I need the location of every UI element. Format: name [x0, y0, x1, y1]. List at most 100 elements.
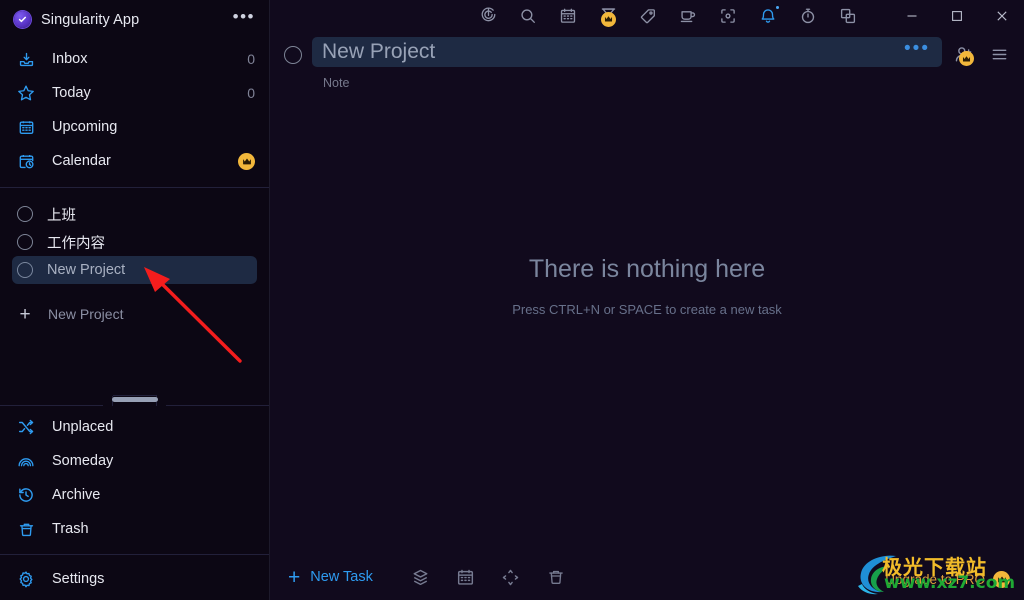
project-header: New Project ••• Note — [270, 31, 1024, 90]
sidebar-section-separator — [0, 394, 269, 410]
calendar-clock-icon — [16, 151, 36, 171]
inbox-icon — [16, 49, 36, 69]
new-task-button[interactable]: + New Task — [288, 567, 373, 588]
sidebar-item-trash[interactable]: Trash — [0, 512, 269, 546]
plus-icon: + — [19, 303, 31, 325]
sidebar-item-calendar[interactable]: Calendar — [0, 144, 269, 178]
task-complete-circle[interactable] — [284, 46, 302, 64]
sidebar-item-someday[interactable]: Someday — [0, 444, 269, 478]
new-project-button[interactable]: + New Project — [12, 300, 257, 328]
project-list: 上班 工作内容 New Project + New Project — [0, 188, 269, 328]
empty-state: There is nothing here Press CTRL+N or SP… — [270, 90, 1024, 554]
new-task-label: New Task — [310, 569, 373, 585]
calendar-icon[interactable] — [454, 565, 478, 589]
project-title-input[interactable]: New Project ••• — [312, 37, 942, 67]
plus-icon: + — [288, 565, 301, 589]
sidebar-divider-settings — [0, 554, 269, 555]
rainbow-icon — [16, 451, 36, 471]
tag-icon[interactable] — [636, 4, 660, 28]
sidebar-item-unplaced[interactable]: Unplaced — [0, 410, 269, 444]
history-icon — [16, 485, 36, 505]
upgrade-to-pro-button[interactable]: Upgrade to PRO — [885, 571, 1010, 588]
minimize-button[interactable] — [889, 0, 934, 31]
sidebar-item-inbox[interactable]: Inbox 0 — [0, 42, 269, 76]
add-person-icon[interactable] — [952, 43, 974, 66]
project-circle-icon — [17, 206, 33, 222]
shuffle-icon — [16, 417, 36, 437]
top-toolbar — [270, 0, 1024, 31]
empty-state-title: There is nothing here — [528, 255, 766, 283]
sidebar-resize-handle[interactable] — [112, 397, 158, 402]
project-item-shangban[interactable]: 上班 — [12, 200, 257, 228]
check-circle-logo-icon — [14, 11, 31, 28]
focus-mode-icon[interactable] — [716, 4, 740, 28]
layers-icon[interactable] — [409, 565, 433, 589]
project-circle-icon — [17, 234, 33, 250]
project-item-gongzuoneirong[interactable]: 工作内容 — [12, 228, 257, 256]
bottom-toolbar: + New Task Upgrade to PRO — [270, 554, 1024, 600]
star-icon — [16, 83, 36, 103]
windows-icon[interactable] — [836, 4, 860, 28]
trash-icon — [16, 519, 36, 539]
separator-line-left — [0, 405, 103, 406]
sidebar-item-label: Archive — [52, 487, 101, 503]
project-circle-icon — [17, 262, 33, 278]
note-input[interactable]: Note — [312, 67, 942, 90]
title-block: New Project ••• Note — [312, 37, 942, 90]
toolbar-icon-group — [476, 4, 860, 28]
main-panel: New Project ••• Note There is nothing he… — [270, 0, 1024, 600]
crown-icon — [959, 51, 974, 66]
sidebar-item-label: Inbox — [52, 51, 88, 67]
separator-notch-top — [113, 395, 157, 396]
crown-icon — [238, 152, 255, 170]
sidebar-item-label: Someday — [52, 453, 114, 469]
new-project-label: New Project — [48, 306, 124, 322]
hourglass-icon[interactable] — [596, 4, 620, 28]
app-window: Singularity App ••• Inbox 0 Today 0 Upco… — [0, 0, 1024, 600]
project-label: 工作内容 — [47, 235, 105, 252]
coffee-cup-icon[interactable] — [676, 4, 700, 28]
sidebar-item-label: Unplaced — [52, 419, 114, 435]
bottom-action-group — [409, 565, 568, 589]
sidebar-bottom: Unplaced Someday Archive Trash Settings — [0, 410, 269, 600]
crown-icon — [993, 571, 1010, 588]
maximize-button[interactable] — [934, 0, 979, 31]
sidebar-item-settings[interactable]: Settings — [0, 562, 269, 596]
project-label: 上班 — [47, 207, 76, 224]
ellipsis-icon[interactable]: ••• — [233, 8, 255, 27]
sidebar-item-archive[interactable]: Archive — [0, 478, 269, 512]
sidebar-item-count: 0 — [247, 51, 255, 67]
brand-name: Singularity App — [41, 11, 140, 28]
sidebar-item-label: Settings — [52, 571, 105, 587]
separator-line-right — [166, 405, 269, 406]
upgrade-label: Upgrade to PRO — [885, 572, 985, 587]
sidebar: Singularity App ••• Inbox 0 Today 0 Upco… — [0, 0, 270, 600]
header-actions — [952, 43, 1010, 66]
brand-row[interactable]: Singularity App ••• — [0, 4, 269, 35]
search-icon[interactable] — [516, 4, 540, 28]
stopwatch-icon[interactable] — [796, 4, 820, 28]
sidebar-item-label: Upcoming — [52, 119, 118, 135]
gear-icon — [16, 569, 36, 589]
empty-state-subtitle: Press CTRL+N or SPACE to create a new ta… — [512, 302, 782, 317]
close-button[interactable] — [979, 0, 1024, 31]
sidebar-item-label: Calendar — [52, 153, 111, 169]
notification-dot — [776, 5, 779, 9]
project-item-new-project[interactable]: New Project — [12, 256, 257, 284]
window-controls — [889, 0, 1024, 31]
calendar-icon[interactable] — [556, 4, 580, 28]
bell-icon[interactable] — [756, 4, 780, 28]
sidebar-item-label: Today — [52, 85, 91, 101]
move-icon[interactable] — [499, 565, 523, 589]
crown-icon — [601, 11, 616, 27]
sidebar-item-label: Trash — [52, 521, 89, 537]
sidebar-item-today[interactable]: Today 0 — [0, 76, 269, 110]
hamburger-menu-icon[interactable] — [988, 43, 1010, 65]
ellipsis-icon[interactable]: ••• — [904, 39, 930, 60]
radar-icon[interactable] — [476, 4, 500, 28]
project-label: New Project — [47, 262, 126, 278]
project-title-text: New Project — [322, 40, 436, 63]
sidebar-item-upcoming[interactable]: Upcoming — [0, 110, 269, 144]
trash-icon[interactable] — [544, 565, 568, 589]
